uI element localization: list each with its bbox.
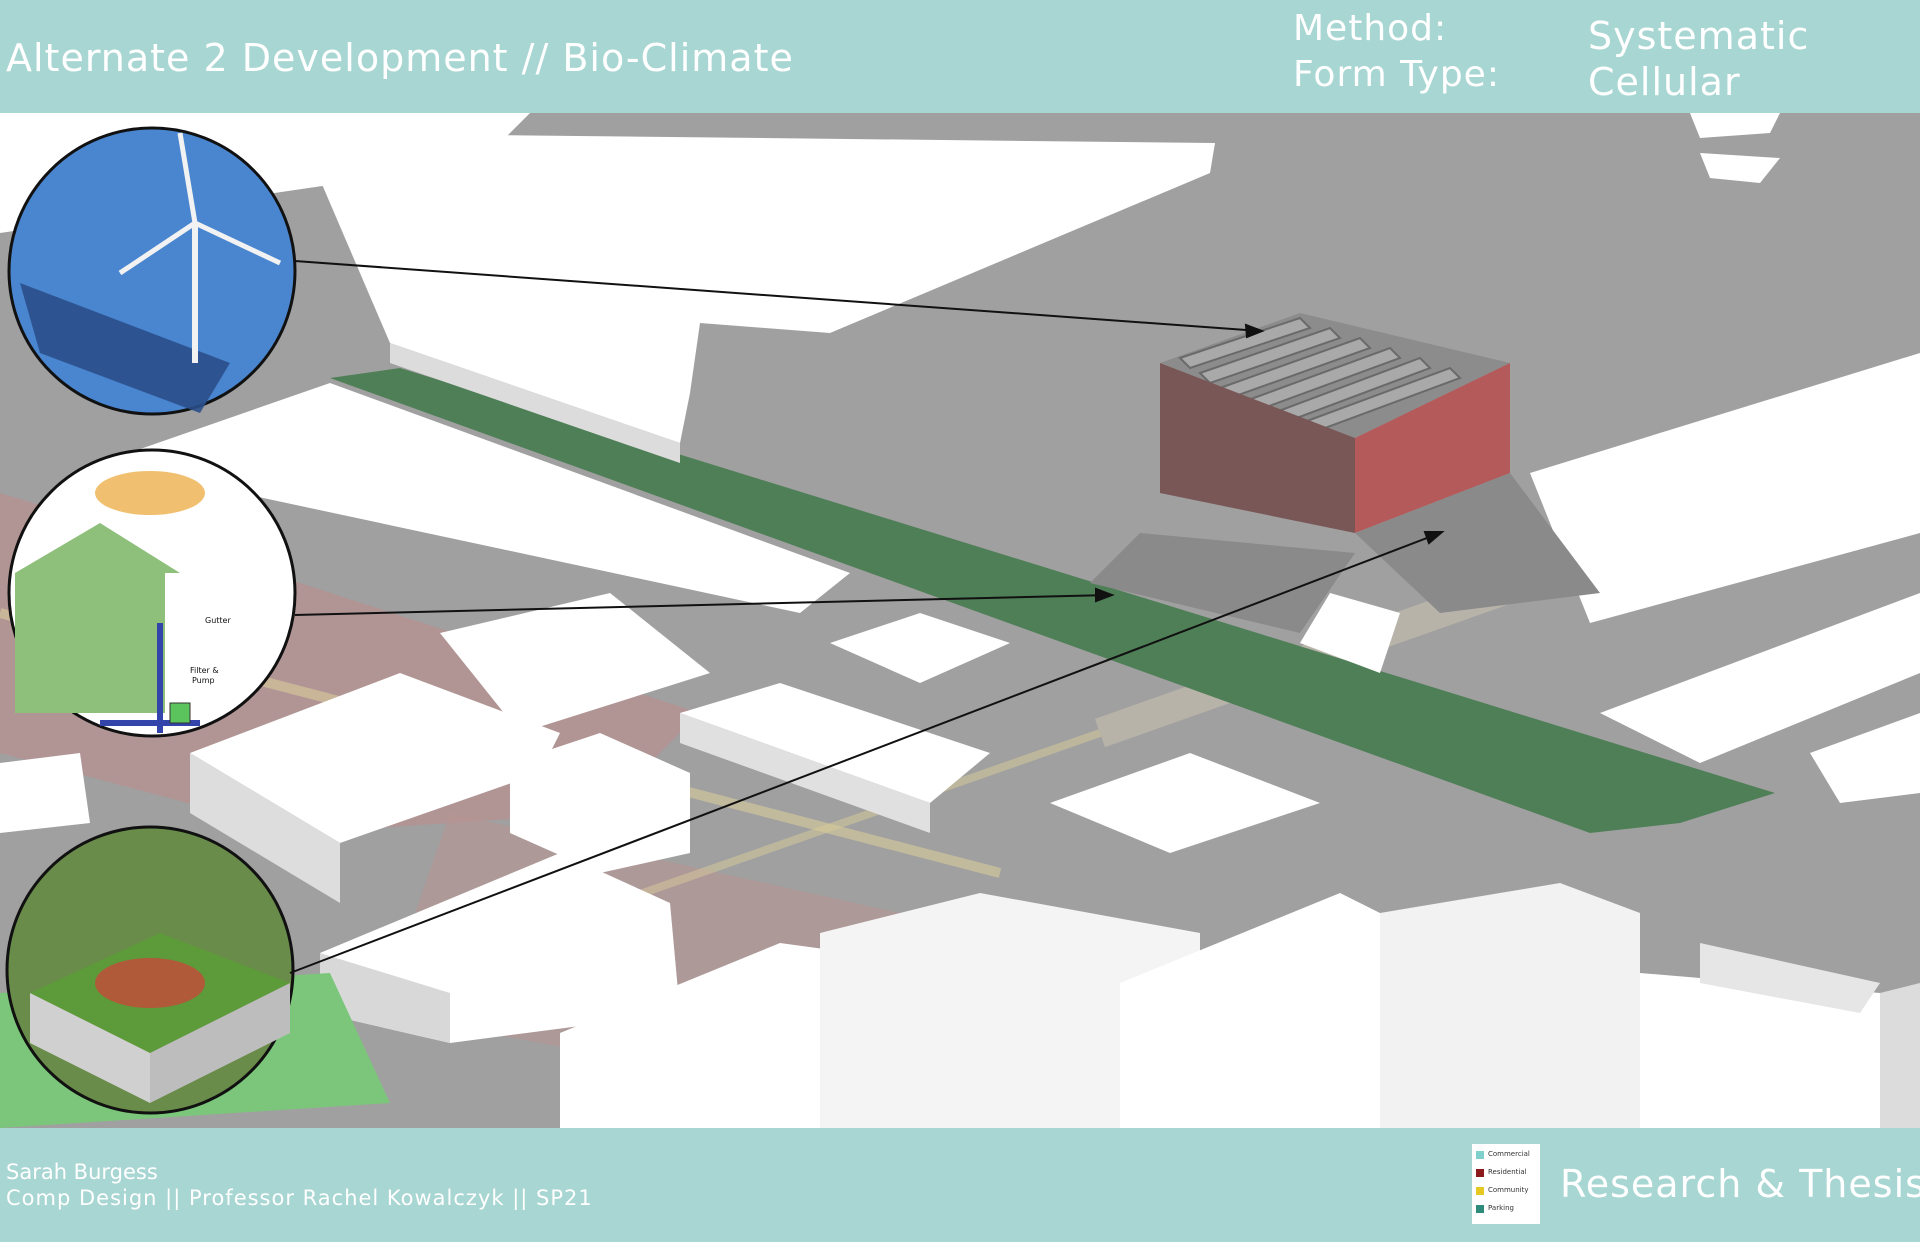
form-type-value: Cellular <box>1588 60 1741 104</box>
program-title: Research & Thesis <box>1560 1162 1920 1206</box>
residential-swatch <box>1476 1169 1484 1177</box>
page-title: Alternate 2 Development // Bio-Climate <box>6 36 794 80</box>
legend-label: Commercial <box>1488 1150 1530 1158</box>
legend-label: Community <box>1488 1186 1529 1194</box>
course-info: Comp Design || Professor Rachel Kowalczy… <box>6 1186 593 1210</box>
author-name: Sarah Burgess <box>6 1160 158 1184</box>
gutter-label: Gutter <box>205 616 231 625</box>
site-model-drawing: Gutter Filter & Pump <box>0 113 1920 1128</box>
filter-label: Filter & <box>190 666 219 675</box>
site-model-view: Gutter Filter & Pump <box>0 113 1920 1128</box>
legend-label: Parking <box>1488 1204 1514 1212</box>
legend-item-parking: Parking <box>1476 1202 1540 1216</box>
method-label: Method: <box>1293 8 1448 49</box>
green-roof-callout <box>5 825 295 1115</box>
wind-solar-callout <box>7 126 297 416</box>
land-use-legend: Commercial Residential Community Parking <box>1472 1144 1540 1224</box>
method-value: Systematic <box>1588 14 1810 58</box>
building-block-side <box>1880 983 1920 1128</box>
legend-item-community: Community <box>1476 1184 1540 1198</box>
pump-label: Pump <box>192 676 215 685</box>
community-swatch <box>1476 1187 1484 1195</box>
rainwater-callout: Gutter Filter & Pump <box>7 448 297 738</box>
legend-item-commercial: Commercial <box>1476 1148 1540 1162</box>
building-block <box>1380 883 1640 1128</box>
commercial-swatch <box>1476 1151 1484 1159</box>
form-type-label: Form Type: <box>1293 54 1500 95</box>
legend-label: Residential <box>1488 1168 1527 1176</box>
building-block <box>0 753 90 833</box>
parking-swatch <box>1476 1205 1484 1213</box>
legend-item-residential: Residential <box>1476 1166 1540 1180</box>
